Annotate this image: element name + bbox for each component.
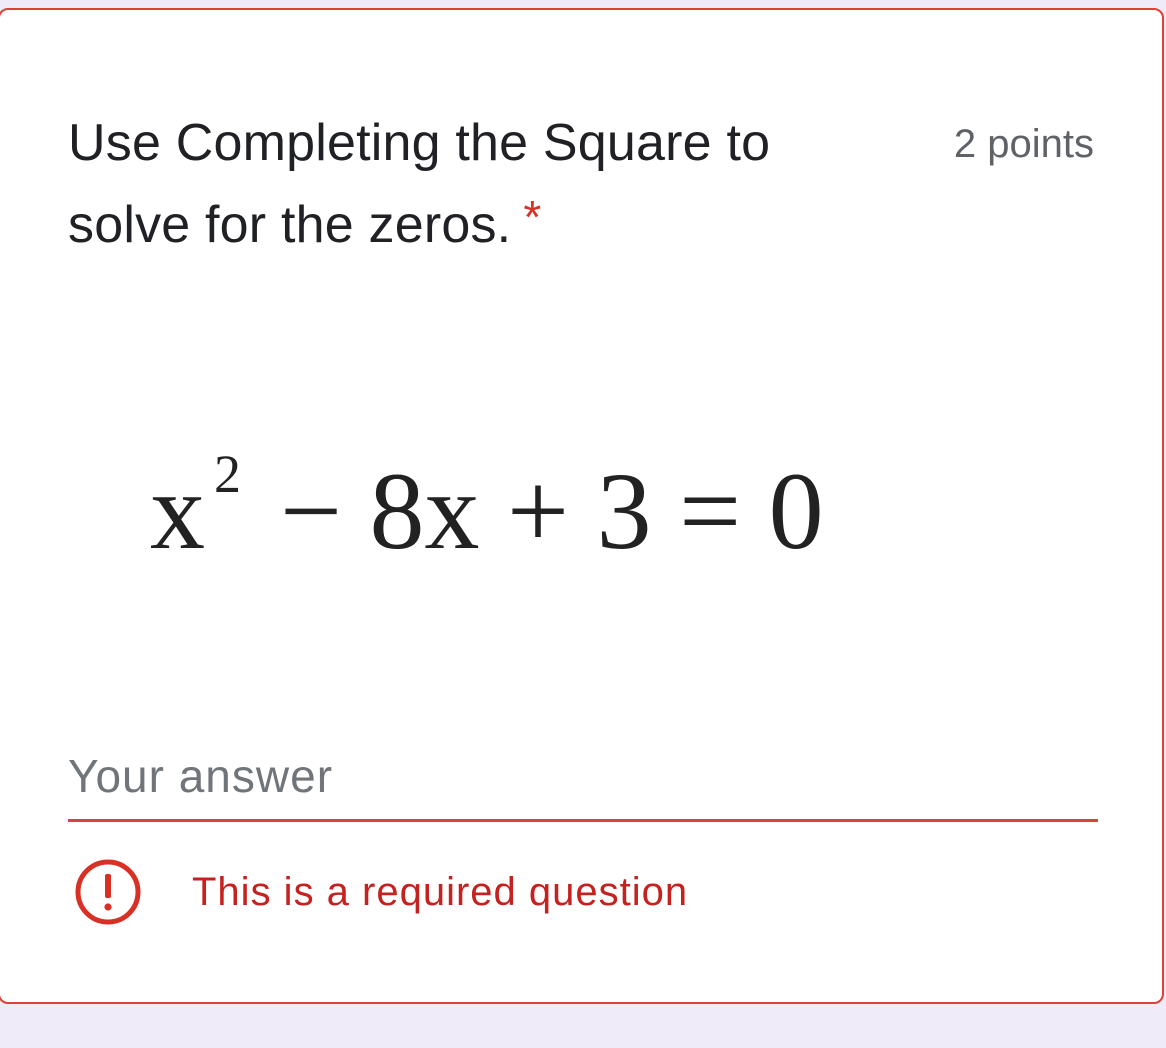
error-icon <box>74 858 142 926</box>
required-asterisk: * <box>523 191 542 243</box>
answer-input[interactable] <box>68 744 1098 808</box>
equation-exponent: 2 <box>214 444 241 504</box>
points-label: 2 points <box>953 122 1094 166</box>
answer-field[interactable] <box>68 730 1098 822</box>
validation-error: This is a required question <box>74 856 688 928</box>
equation-image: x 2 − 8x + 3 = 0 <box>140 430 1020 580</box>
question-title-text: Use Completing the Square to solve for t… <box>68 114 771 254</box>
question-title: Use Completing the Square to solve for t… <box>68 102 868 266</box>
equation-base: x <box>150 450 205 572</box>
equation-rest: − 8x + 3 = 0 <box>280 450 824 572</box>
error-message: This is a required question <box>192 869 689 914</box>
question-card: Use Completing the Square to solve for t… <box>0 8 1164 1004</box>
